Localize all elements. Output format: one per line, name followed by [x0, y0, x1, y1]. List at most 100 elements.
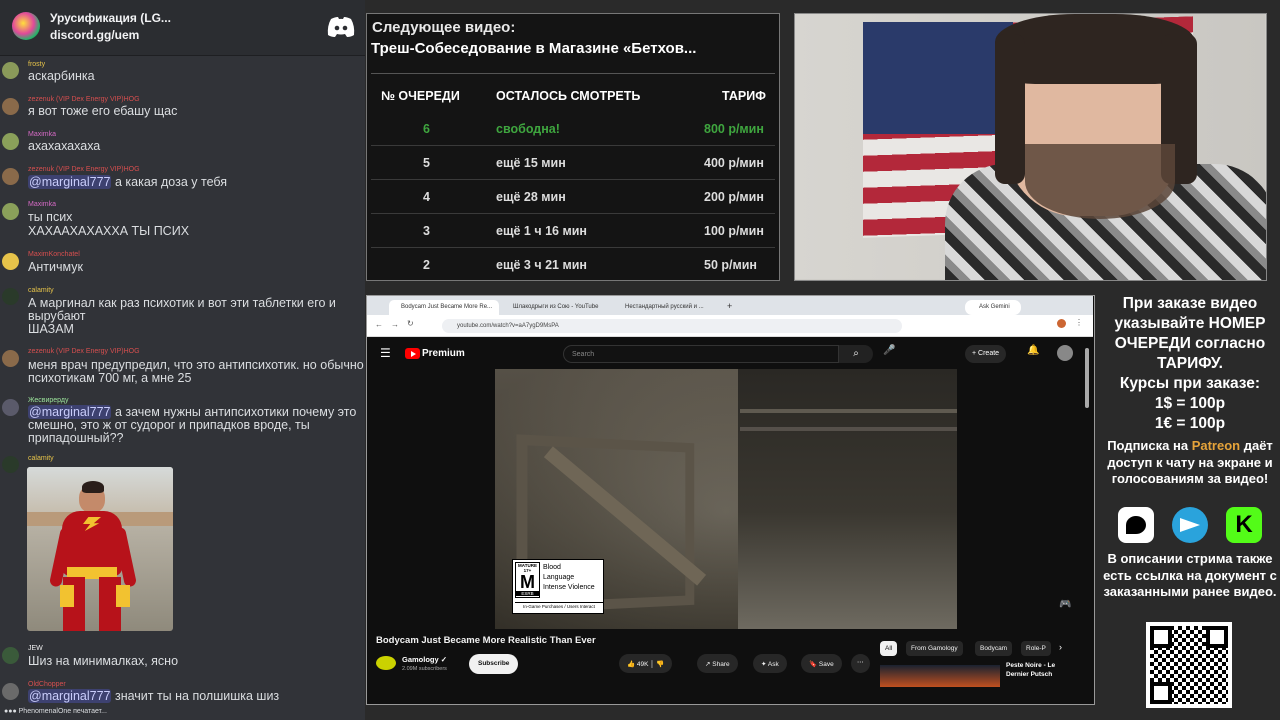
rates-heading: Курсы при заказе:	[1119, 375, 1261, 392]
address-bar: ← → ↻ youtube.com/watch?v=aA7ygD9MsPA ⋮	[367, 315, 1093, 337]
notifications-icon[interactable]: 🔔	[1027, 345, 1039, 356]
user-mention[interactable]: @marginal777	[28, 175, 112, 189]
forward-icon[interactable]: →	[391, 320, 399, 329]
avatar	[2, 350, 19, 367]
message-text: А маргинал как раз психотик и вот эти та…	[28, 296, 336, 323]
tab-active[interactable]: Bodycam Just Became More Re...	[389, 300, 499, 315]
esrb-rating: MATURE 17+ M ESRB Blood Language Intense…	[512, 559, 604, 614]
profile-icon[interactable]	[1057, 319, 1066, 328]
queue-price: 800 р/мин	[704, 122, 764, 136]
avatar	[2, 288, 19, 305]
message-text: аскарбинка	[28, 69, 95, 83]
order-instructions: При заказе видео указывайте НОМЕР ОЧЕРЕД…	[1114, 295, 1266, 372]
rate-eur: 1€ = 100р	[1154, 415, 1226, 432]
menu-icon[interactable]: ⋮	[1075, 318, 1083, 327]
message-author: OldChopper	[28, 681, 66, 688]
queue-row: 2 ещё 3 ч 21 мин 50 р/мин	[371, 248, 775, 282]
col-header-price: ТАРИФ	[722, 89, 766, 103]
telegram-icon[interactable]	[1172, 507, 1208, 543]
chip-roleplay[interactable]: Role-P	[1021, 641, 1051, 656]
message-text: ХАХААХАХАХХА ТЫ ПСИХ	[28, 224, 190, 238]
queue-row: 5 ещё 15 мин 400 р/мин	[371, 146, 775, 180]
share-button[interactable]: ↗ Share	[697, 654, 738, 673]
message-text: Античмук	[28, 260, 83, 274]
footer-note: В описании стрима также есть ссылка на д…	[1103, 551, 1277, 599]
like-button[interactable]: 👍 49K │ 👎	[619, 654, 673, 673]
youtube-premium-label[interactable]: Premium	[422, 348, 465, 359]
back-icon[interactable]: ←	[375, 320, 383, 329]
queue-price: 400 р/мин	[704, 156, 764, 170]
message-author: frosty	[28, 61, 46, 68]
create-button[interactable]: + Create	[965, 345, 1007, 363]
avatar	[2, 456, 19, 473]
youtube-logo-icon[interactable]	[405, 348, 420, 359]
subscribe-button[interactable]: Subscribe	[469, 654, 519, 674]
user-mention[interactable]: @marginal777	[28, 689, 112, 703]
microphone-icon[interactable]: 🎤	[883, 345, 895, 356]
queue-price: 100 р/мин	[704, 224, 764, 238]
ask-button[interactable]: ✦ Ask	[753, 654, 787, 673]
qr-code	[1146, 622, 1232, 708]
patreon-icon[interactable]	[1118, 507, 1154, 543]
chip-from-channel[interactable]: From Gamology	[906, 641, 963, 656]
avatar	[2, 399, 19, 416]
next-video-label: Следующее видео:	[372, 19, 516, 36]
col-header-queue: № ОЧЕРЕДИ	[381, 89, 460, 103]
queue-remaining: ещё 1 ч 16 мин	[496, 224, 587, 238]
hamburger-icon[interactable]: ☰	[380, 346, 391, 360]
message-author: Maximka	[28, 201, 57, 208]
message-author: zezenuk (VIP Dex Energy VIP)HOG	[28, 96, 140, 103]
message-author: zezenuk (VIP Dex Energy VIP)HOG	[28, 166, 140, 173]
message-image[interactable]	[27, 467, 173, 631]
queue-number: 6	[423, 122, 430, 136]
more-icon[interactable]: ⋯	[851, 654, 870, 673]
reload-icon[interactable]: ↻	[407, 319, 414, 328]
message-text: @marginal777 а зачем нужны антипсихотики…	[28, 405, 357, 445]
server-link[interactable]: discord.gg/uem	[50, 28, 139, 42]
recommended-thumbnail[interactable]	[880, 665, 1000, 687]
next-video-title: Треш-Собеседование в Магазине «Бетхов...	[371, 40, 697, 57]
queue-number: 2	[423, 258, 430, 272]
search-input[interactable]: Search	[563, 345, 839, 363]
avatar	[2, 683, 19, 700]
save-button[interactable]: 🔖 Save	[801, 654, 842, 673]
ask-gemini-button[interactable]: Ask Gemini	[965, 300, 1021, 315]
chevron-right-icon[interactable]: ›	[1059, 642, 1062, 652]
recommended-title[interactable]: Peste Noire - Le Dernier Putsch	[1006, 661, 1066, 679]
gamepad-icon: 🎮	[1059, 599, 1072, 610]
queue-row: 6 свободна! 800 р/мин	[371, 112, 775, 146]
account-avatar[interactable]	[1057, 345, 1073, 361]
message-text: @marginal777 значит ты на полшишка шиз	[28, 689, 280, 703]
search-icon[interactable]: ⌕	[839, 345, 873, 363]
tab[interactable]: Нестандартный русский и ...	[613, 300, 723, 315]
discord-icon	[327, 17, 355, 37]
chip-all[interactable]: All	[880, 641, 898, 656]
channel-name[interactable]: Gamology ✓	[402, 655, 447, 664]
queue-remaining: ещё 28 мин	[496, 190, 566, 204]
chip-bodycam[interactable]: Bodycam	[975, 641, 1013, 656]
patreon-link[interactable]: Patreon	[1192, 438, 1240, 453]
kick-icon[interactable]: K	[1226, 507, 1262, 543]
channel-avatar[interactable]	[376, 656, 396, 670]
message-author: zezenuk (VIP Dex Energy VIP)HOG	[28, 348, 140, 355]
url-field[interactable]: youtube.com/watch?v=aA7ygD9MsPA	[442, 319, 902, 333]
message-text: я вот тоже его ебашу щас	[28, 104, 178, 118]
new-tab-icon[interactable]: +	[725, 300, 739, 315]
message-text: Шиз на минималках, ясно	[28, 654, 179, 668]
avatar	[2, 62, 19, 79]
user-mention[interactable]: @marginal777	[28, 405, 112, 419]
tab[interactable]: Шлакодрыги из Сою - YouTube	[501, 300, 611, 315]
rating-descriptor: Blood	[543, 564, 561, 571]
queue-number: 3	[423, 224, 430, 238]
avatar	[2, 133, 19, 150]
divider	[371, 73, 775, 74]
queue-remaining: свободна!	[496, 122, 560, 136]
avatar	[2, 253, 19, 270]
scrollbar[interactable]	[1085, 348, 1089, 408]
message-author: calamity	[28, 455, 54, 462]
server-name: Урусификация (LG...	[50, 11, 171, 25]
webcam-feed	[794, 13, 1267, 281]
chat-header: Урусификация (LG... discord.gg/uem	[0, 0, 365, 56]
message-author: Жесвирерду	[28, 397, 69, 404]
video-title: Bodycam Just Became More Realistic Than …	[376, 635, 596, 646]
